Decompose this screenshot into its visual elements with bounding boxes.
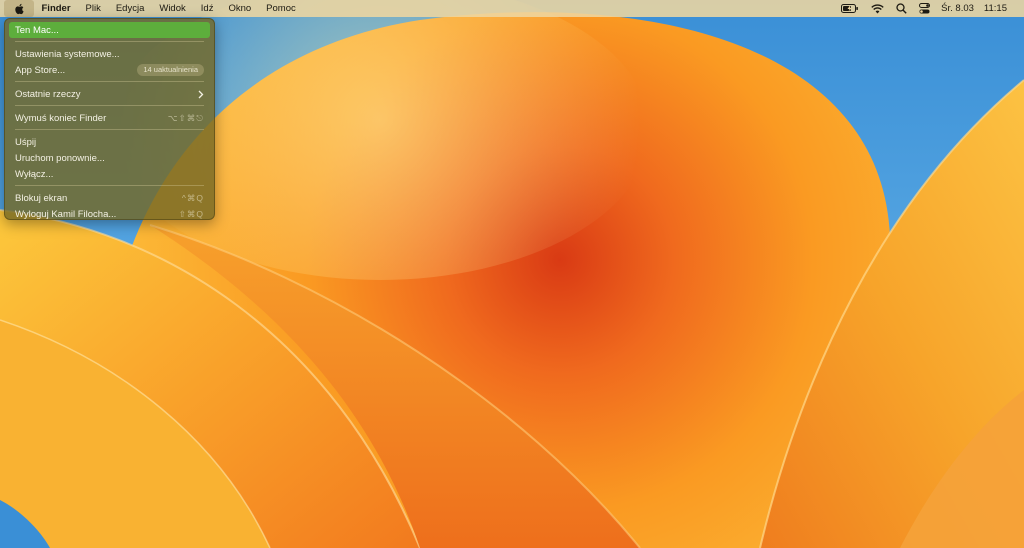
menu-item-app-store[interactable]: App Store... 14 uaktualnienia bbox=[9, 62, 210, 78]
menubar-date[interactable]: Śr. 8.03 bbox=[936, 0, 979, 17]
desktop: Finder Plik Edycja Widok Idź Okno Pomoc bbox=[0, 0, 1024, 548]
menu-item-label: Wymuś koniec Finder bbox=[15, 112, 107, 124]
menu-item-label: Ostatnie rzeczy bbox=[15, 88, 81, 100]
updates-badge: 14 uaktualnienia bbox=[137, 64, 204, 76]
menu-separator bbox=[15, 41, 204, 42]
menu-item-label: Blokuj ekran bbox=[15, 192, 68, 204]
battery-icon[interactable] bbox=[835, 0, 865, 17]
menubar-time[interactable]: 11:15 bbox=[979, 0, 1012, 17]
shortcut-lock-screen: ^⌘Q bbox=[181, 192, 204, 203]
menu-widok[interactable]: Widok bbox=[152, 0, 193, 17]
menu-item-label: Uruchom ponownie... bbox=[15, 152, 105, 164]
menu-item-blokuj-ekran[interactable]: Blokuj ekran ^⌘Q bbox=[9, 190, 210, 206]
menu-pomoc[interactable]: Pomoc bbox=[259, 0, 304, 17]
menu-finder[interactable]: Finder bbox=[34, 0, 78, 17]
menu-edycja[interactable]: Edycja bbox=[108, 0, 152, 17]
menu-item-wylacz[interactable]: Wyłącz... bbox=[9, 166, 210, 182]
menu-item-ustawienia-systemowe[interactable]: Ustawienia systemowe... bbox=[9, 46, 210, 62]
menu-item-label: Ten Mac... bbox=[15, 24, 59, 36]
menu-separator bbox=[15, 129, 204, 130]
menu-item-label: Wyłącz... bbox=[15, 168, 54, 180]
apple-logo-icon[interactable] bbox=[4, 0, 34, 17]
menu-item-ostatnie-rzeczy[interactable]: Ostatnie rzeczy bbox=[9, 86, 210, 102]
menu-plik[interactable]: Plik bbox=[78, 0, 108, 17]
menu-item-uruchom-ponownie[interactable]: Uruchom ponownie... bbox=[9, 150, 210, 166]
shortcut-force-quit: ⌥⇧⌘⎋ bbox=[167, 112, 204, 123]
menu-okno[interactable]: Okno bbox=[221, 0, 259, 17]
chevron-right-icon bbox=[198, 90, 204, 99]
apple-menu: Ten Mac... Ustawienia systemowe... App S… bbox=[4, 18, 215, 220]
menu-separator bbox=[15, 185, 204, 186]
search-icon[interactable] bbox=[890, 0, 913, 17]
menu-item-wymus-koniec[interactable]: Wymuś koniec Finder ⌥⇧⌘⎋ bbox=[9, 110, 210, 126]
shortcut-log-out: ⇧⌘Q bbox=[178, 208, 204, 219]
menu-idz[interactable]: Idź bbox=[193, 0, 221, 17]
menu-separator bbox=[15, 81, 204, 82]
menu-item-label: App Store... bbox=[15, 64, 66, 76]
menu-bar: Finder Plik Edycja Widok Idź Okno Pomoc bbox=[0, 0, 1024, 17]
menu-separator bbox=[15, 105, 204, 106]
menu-item-ten-mac[interactable]: Ten Mac... bbox=[9, 22, 210, 38]
menu-item-label: Wyloguj Kamil Filocha... bbox=[15, 208, 117, 220]
menu-item-wyloguj[interactable]: Wyloguj Kamil Filocha... ⇧⌘Q bbox=[9, 206, 210, 222]
menu-item-label: Uśpij bbox=[15, 136, 37, 148]
wifi-icon[interactable] bbox=[865, 0, 890, 17]
menu-item-label: Ustawienia systemowe... bbox=[15, 48, 120, 60]
control-center-icon[interactable] bbox=[913, 0, 936, 17]
menu-item-uspij[interactable]: Uśpij bbox=[9, 134, 210, 150]
